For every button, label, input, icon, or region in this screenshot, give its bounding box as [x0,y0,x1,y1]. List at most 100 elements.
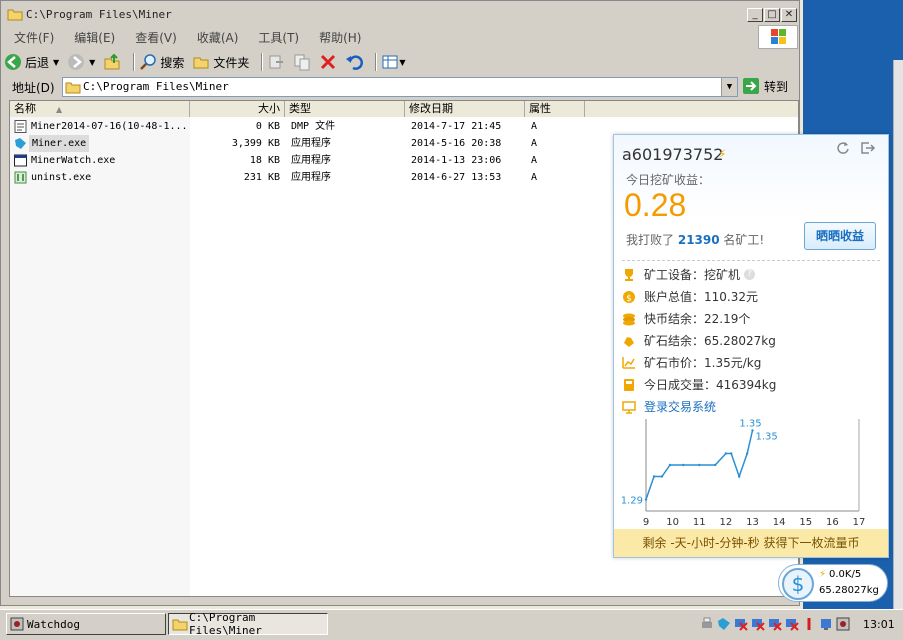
max-price-label: 1.35 [739,419,761,430]
taskbar-item-watchdog[interactable]: Watchdog [6,613,166,635]
clock: 13:01 [863,617,895,631]
back-arrow-icon [5,54,21,70]
forward-arrow-icon [68,54,85,70]
undo-button[interactable] [345,53,364,71]
title-bar[interactable]: C:\Program Files\Miner _ □ ✕ [4,4,798,24]
minimize-button[interactable]: _ [747,8,763,22]
sort-ascending-icon: ▲ [56,105,63,114]
menu-edit[interactable]: 编辑(E) [64,29,125,46]
close-button[interactable]: ✕ [781,8,797,22]
network-icon[interactable] [819,617,833,631]
forward-button[interactable]: ▼ [67,53,95,71]
printer-icon[interactable] [700,617,714,631]
folder-icon [65,82,81,94]
column-type[interactable]: 类型 [285,101,405,117]
svg-text:$: $ [626,294,632,304]
help-icon[interactable]: ? [744,269,756,280]
go-arrow-icon [743,78,759,94]
watchdog-tray-icon[interactable] [836,617,850,631]
miner-panel: a601973752 ⚡ 今日挖矿收益： 0.28 我打败了 21390 名矿工… [613,134,889,558]
toolbar-separator [261,53,264,71]
miner-tray-icon[interactable] [717,617,731,631]
detail-volume: 今日成交量：416394kg [622,376,776,393]
detail-price: 矿石市价：1.35元/kg [622,354,761,371]
windows-logo-icon [758,25,798,49]
price-point [737,475,741,478]
forward-dropdown-icon[interactable]: ▼ [89,58,95,67]
svg-text:$: $ [792,572,805,596]
delete-button[interactable] [319,53,337,71]
address-bar: 地址(D) C:\Program Files\Miner ▼ 转到 [4,75,798,99]
volume-icon [624,378,634,391]
beat-text: 我打败了 21390 名矿工! [626,233,765,247]
refresh-icon[interactable] [836,141,850,155]
move-to-button[interactable] [267,53,285,71]
trophy-icon [625,268,633,281]
views-icon [382,55,398,69]
views-button[interactable]: ▼ [381,53,406,71]
detail-device: 矿工设备：挖矿机? [622,266,756,283]
alert-icon[interactable] [802,617,816,631]
logout-icon[interactable] [860,141,876,155]
column-name[interactable]: 名称 ▲ [10,101,190,117]
network-disconnected-icon[interactable] [751,617,765,631]
back-button[interactable]: 后退 ▼ [4,53,59,71]
divider [622,260,880,261]
speed-value: 0.0K/5 [829,569,862,580]
copy-to-button[interactable] [293,53,311,71]
price-point [682,463,685,467]
price-chart: 9 10 11 12 13 14 15 16 17 1.29 1.35 1.35 [621,419,866,529]
back-dropdown-icon[interactable]: ▼ [53,58,59,67]
taskbar: Watchdog C:\Program Files\Miner 13:01 [0,609,903,640]
network-disconnected-icon[interactable] [768,617,782,631]
search-icon [140,54,157,70]
table-row[interactable]: Miner2014-07-16(10-48-1... 0 KB DMP 文件 2… [10,118,798,135]
folder-icon [7,9,23,21]
uninstall-icon [14,171,27,184]
delete-icon [321,54,336,70]
menu-tools[interactable]: 工具(T) [248,29,309,46]
price-point [745,452,749,455]
up-folder-button[interactable] [103,53,121,71]
miner-app-icon [15,138,26,149]
menu-help[interactable]: 帮助(H) [309,29,371,46]
toolbar-separator [375,53,378,71]
network-disconnected-icon[interactable] [785,617,799,631]
maximize-button[interactable]: □ [764,8,780,22]
taskbar-item-explorer[interactable]: C:\Program Files\Miner [168,611,328,637]
username: a601973752 [622,145,724,164]
trade-login-link[interactable]: 登录交易系统 [622,398,716,415]
address-input[interactable]: C:\Program Files\Miner ▼ [62,77,738,97]
column-modified[interactable]: 修改日期 [405,101,525,117]
x-tick-label: 10 [666,517,679,528]
network-disconnected-icon[interactable] [734,617,748,631]
menu-file[interactable]: 文件(F) [4,29,64,46]
window-app-icon [14,154,27,167]
address-dropdown-icon[interactable]: ▼ [721,78,737,96]
move-to-icon [269,55,284,69]
go-button[interactable]: 转到 [742,77,788,95]
address-label: 地址(D) [12,81,55,95]
share-earnings-button[interactable]: 晒晒收益 [804,222,876,250]
column-attributes[interactable]: 属性 [525,101,585,117]
price-point [730,452,733,455]
trend-icon [622,356,635,369]
column-size[interactable]: 大小 [190,101,285,117]
ore-value: 65.28027kg [819,585,879,596]
x-tick-label: 17 [853,517,866,528]
price-point [644,498,648,501]
speed-widget[interactable]: $ ⚡ 0.0K/5 65.28027kg [778,564,888,602]
folders-button[interactable]: 文件夹 [192,53,249,71]
lightning-icon: ⚡ [819,569,827,580]
undo-icon [346,55,364,70]
menu-view[interactable]: 查看(V) [125,29,187,46]
dollar-coin-icon: $ [782,568,814,600]
x-tick-label: 11 [693,517,706,528]
today-value: 0.28 [624,187,687,223]
ore-icon [624,336,634,347]
menu-favorites[interactable]: 收藏(A) [187,29,249,46]
file-icon [14,120,27,133]
folder-icon [172,619,188,631]
search-button[interactable]: 搜索 [139,53,184,71]
monitor-icon [622,400,636,414]
